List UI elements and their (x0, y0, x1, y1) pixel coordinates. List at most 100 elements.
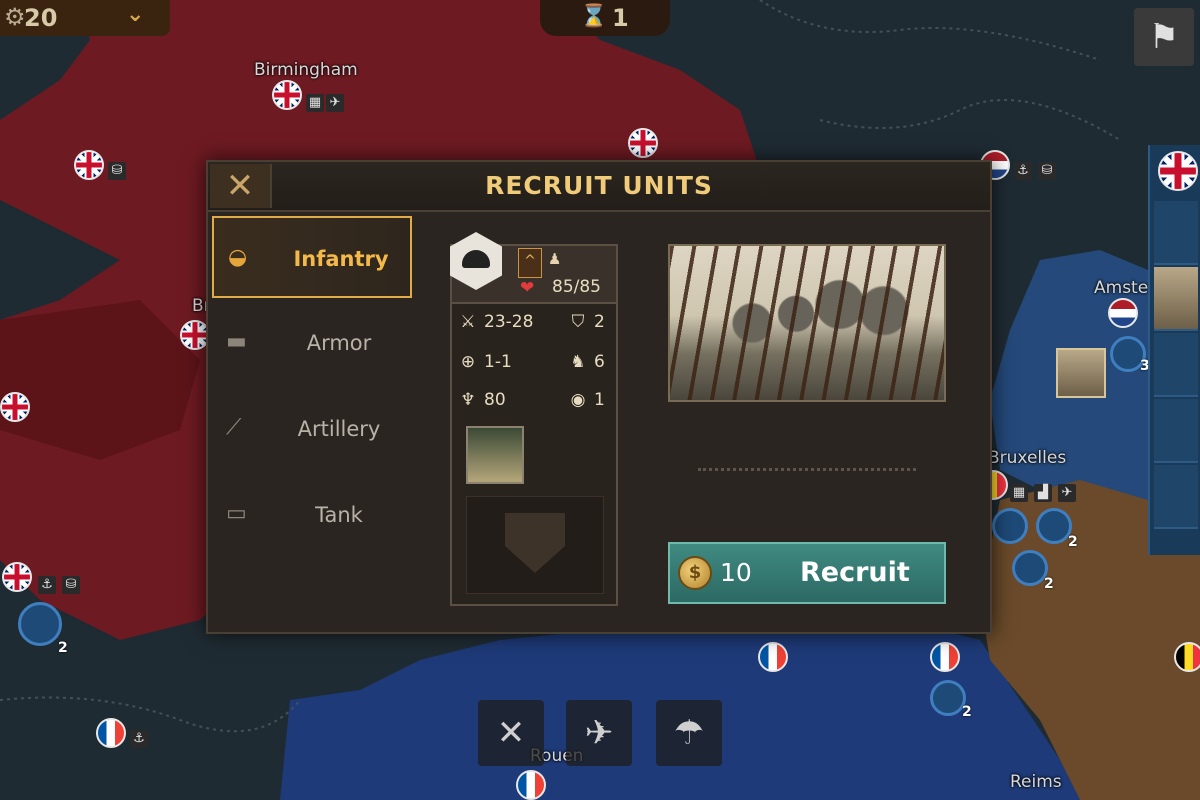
city-building-icon: ▦ (306, 94, 324, 112)
build-tools-button[interactable]: ✕ (478, 700, 544, 766)
france-flag-icon[interactable] (758, 642, 788, 672)
defense-value: 2 (594, 312, 605, 332)
uk-flag-icon[interactable] (2, 562, 32, 592)
unit-portrait-image (668, 244, 946, 402)
sidebar-slot[interactable] (1154, 201, 1198, 265)
tab-label: Tank (315, 503, 363, 527)
recruit-cost: 10 (720, 558, 752, 587)
armored-car-icon: ▬ (226, 329, 247, 354)
swords-icon: ⚔ (460, 312, 476, 332)
recruit-label: Recruit (800, 557, 910, 588)
chevron-down-icon[interactable]: ⌄ (126, 2, 144, 27)
coin-icon: $ (678, 556, 712, 590)
recruit-units-dialog: RECRUIT UNITS ✕ ◒ Infantry ▬ Armor ⟋ Art… (206, 160, 992, 634)
vision-value: 1 (594, 390, 605, 410)
range-value: 1-1 (484, 352, 512, 372)
ambush-ability-icon[interactable] (466, 426, 524, 484)
surrender-flags-button[interactable]: ⚑ (1134, 8, 1194, 66)
gear-icon: ⚙ (4, 3, 26, 31)
parachute-icon: ☂ (673, 713, 705, 753)
tab-label: Armor (306, 331, 372, 355)
attack-value: 23-28 (484, 312, 534, 332)
general-portrait[interactable] (1056, 348, 1106, 398)
naval-unit-marker[interactable] (18, 602, 62, 646)
city-label-bruxelles: Bruxelles (988, 448, 1067, 468)
airplane-icon: ✈ (584, 713, 614, 753)
tab-label: Artillery (297, 417, 381, 441)
unit-count: 2 (1068, 534, 1078, 550)
tools-icon: ✕ (496, 713, 526, 753)
unit-hp: 85/85 (552, 277, 601, 297)
heart-icon: ❤ (520, 278, 535, 298)
air-unit-button[interactable]: ✈ (566, 700, 632, 766)
eye-icon: ◉ (570, 390, 586, 410)
divider (698, 468, 916, 471)
stat-organization: ♆ 80 (456, 390, 505, 410)
right-sidebar (1148, 145, 1200, 555)
port-anchor-icon: ⚓ (38, 576, 56, 594)
army-unit-marker[interactable] (992, 508, 1028, 544)
boot-icon: ♞ (570, 352, 586, 372)
movement-value: 6 (594, 352, 605, 372)
recruit-button[interactable]: $ 10 Recruit (668, 542, 946, 604)
army-unit-marker[interactable] (1036, 508, 1072, 544)
tab-tank[interactable]: ▭ Tank (212, 474, 412, 556)
artillery-icon: ⟋ (226, 415, 242, 440)
resource-count: 20 (24, 4, 58, 32)
france-flag-icon[interactable] (516, 770, 546, 800)
factory-icon: ▟ (1034, 484, 1052, 502)
unit-stats-card: ^ ♟ ❤ 85/85 ⚔ 23-28 ⛉ 2 ⊕ 1-1 ♞ 6 ♆ 80 ◉ 1 (450, 232, 618, 606)
crosshair-icon: ⊕ (460, 352, 476, 372)
stat-movement: ♞ 6 (566, 352, 605, 372)
uk-flag-icon[interactable] (1158, 151, 1198, 191)
tab-label: Infantry (293, 247, 389, 271)
flags-icon: ⚑ (1148, 17, 1180, 57)
helmet-icon: ◒ (228, 245, 248, 270)
tab-armor[interactable]: ▬ Armor (212, 302, 412, 384)
city-label-amsterdam: Amste (1094, 278, 1149, 298)
stat-vision: ◉ 1 (566, 390, 605, 410)
shield-star-icon (505, 513, 565, 573)
tab-artillery[interactable]: ⟋ Artillery (212, 388, 412, 470)
turn-count: 1 (612, 4, 629, 32)
airfield-icon: ✈ (326, 94, 344, 112)
eagle-icon: ♆ (460, 390, 476, 410)
sidebar-slot[interactable] (1154, 333, 1198, 397)
tank-icon: ▭ (226, 501, 247, 526)
army-unit-marker[interactable] (930, 680, 966, 716)
port-anchor-icon: ⚓ (130, 730, 148, 748)
unit-type-hex-icon (450, 232, 502, 290)
shield-icon: ⛉ (571, 312, 585, 332)
sidebar-slot[interactable] (1154, 465, 1198, 529)
close-button[interactable]: ✕ (210, 164, 272, 208)
uk-flag-icon[interactable] (628, 128, 658, 158)
army-unit-marker[interactable] (1012, 550, 1048, 586)
france-flag-icon[interactable] (930, 642, 960, 672)
supply-icon: ⛁ (108, 162, 126, 180)
city-label-reims: Reims (1010, 772, 1062, 792)
uk-flag-icon[interactable] (74, 150, 104, 180)
rank-chevron-icon: ^ (518, 248, 542, 278)
dialog-title: RECRUIT UNITS (485, 171, 713, 200)
france-flag-icon[interactable] (96, 718, 126, 748)
supply-icon: ⛁ (1038, 162, 1056, 180)
turn-counter-chip[interactable]: ⌛ 1 (540, 0, 670, 36)
unit-count: 2 (1044, 576, 1054, 592)
airfield-icon: ✈ (1058, 484, 1076, 502)
paratrooper-button[interactable]: ☂ (656, 700, 722, 766)
uk-flag-icon[interactable] (272, 80, 302, 110)
sidebar-slot-general[interactable] (1154, 267, 1198, 331)
stat-range: ⊕ 1-1 (456, 352, 512, 372)
city-building-icon: ▦ (1010, 484, 1028, 502)
netherlands-flag-icon[interactable] (1108, 298, 1138, 328)
unit-count: 2 (962, 704, 972, 720)
uk-flag-icon[interactable] (0, 392, 30, 422)
stat-defense: ⛉ 2 (566, 312, 605, 332)
supply-icon: ⛁ (62, 576, 80, 594)
unit-insignia-slot (466, 496, 604, 594)
sidebar-slot[interactable] (1154, 399, 1198, 463)
close-icon: ✕ (225, 166, 255, 206)
tab-infantry[interactable]: ◒ Infantry (212, 216, 412, 298)
belgium-flag-icon[interactable] (1174, 642, 1200, 672)
top-resource-chip[interactable]: ⚙ 20 ⌄ (0, 0, 170, 36)
